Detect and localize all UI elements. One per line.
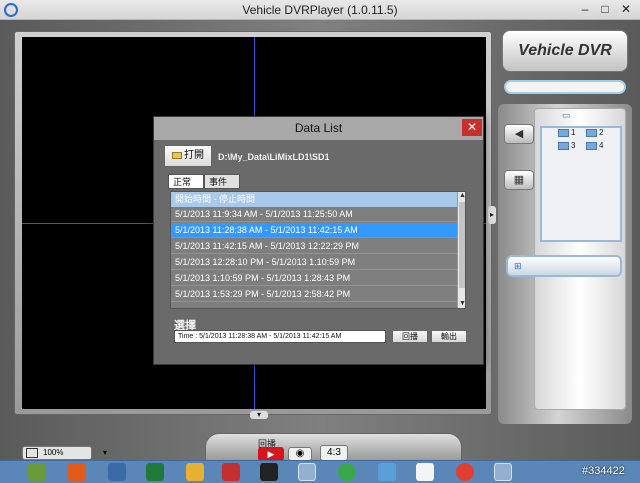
taskbar bbox=[0, 460, 640, 483]
speaker-icon: ◀ bbox=[514, 128, 524, 140]
taskbar-app-icon[interactable] bbox=[338, 463, 356, 481]
zoom-icon bbox=[26, 448, 38, 458]
camera-channel-2[interactable]: 2 bbox=[586, 128, 620, 140]
scroll-thumb[interactable] bbox=[459, 202, 465, 288]
list-item[interactable]: 5/1/2013 11:9:34 AM - 5/1/2013 11:25:50 … bbox=[171, 207, 457, 222]
list-item[interactable]: 5/1/2013 11:28:38 AM - 5/1/2013 11:42:15… bbox=[171, 223, 457, 238]
aspect-ratio-button[interactable]: 4:3 bbox=[320, 445, 348, 461]
selected-time-field[interactable]: Time : 5/1/2013 11:28:38 AM - 5/1/2013 1… bbox=[174, 330, 386, 343]
audio-button[interactable]: ◀ bbox=[504, 124, 534, 144]
maximize-button[interactable]: □ bbox=[596, 1, 614, 18]
grid-icon: ▦ bbox=[513, 174, 525, 186]
title-bar: Vehicle DVRPlayer (1.0.11.5) – □ ✕ bbox=[0, 0, 640, 20]
taskbar-app-icon[interactable] bbox=[28, 463, 46, 481]
play-button[interactable]: ▶ bbox=[258, 447, 284, 461]
watermark: #334422 bbox=[582, 465, 625, 477]
list-item[interactable]: 5/1/2013 11:42:15 AM - 5/1/2013 12:22:29… bbox=[171, 239, 457, 254]
scroll-down-icon[interactable]: ▼ bbox=[458, 300, 465, 308]
brand-logo: Vehicle DVR bbox=[502, 30, 628, 72]
camera-icon: ▭ bbox=[562, 110, 571, 120]
zoom-select[interactable]: 100% ▾ bbox=[22, 446, 107, 460]
taskbar-app-icon[interactable] bbox=[378, 463, 396, 481]
chevron-down-icon: ▾ bbox=[103, 448, 108, 457]
taskbar-app-icon[interactable] bbox=[68, 463, 86, 481]
camera-thumb-icon bbox=[558, 128, 569, 137]
camera-channel-4[interactable]: 4 bbox=[586, 141, 620, 153]
network-icon: ⊞ bbox=[514, 261, 522, 271]
scroll-up-icon[interactable]: ▲ bbox=[458, 192, 465, 202]
minimize-button[interactable]: – bbox=[576, 1, 594, 18]
list-item[interactable]: 5/1/2013 1:53:29 PM - 5/1/2013 2:58:42 P… bbox=[171, 287, 457, 302]
camera-thumb-icon bbox=[586, 141, 597, 150]
zoom-value: 100% bbox=[43, 448, 64, 457]
list-header: 開始時間 - 停止時間 bbox=[171, 192, 457, 207]
snapshot-button[interactable]: ◉ bbox=[288, 447, 312, 461]
camera-thumb-icon bbox=[586, 128, 597, 137]
taskbar-app-icon[interactable] bbox=[186, 463, 204, 481]
list-item[interactable]: 5/1/2013 1:10:59 PM - 5/1/2013 1:28:43 P… bbox=[171, 271, 457, 286]
network-bar[interactable]: ⊞ bbox=[506, 255, 622, 277]
camera-thumb-icon bbox=[558, 141, 569, 150]
list-scrollbar[interactable]: ▲ ▼ bbox=[457, 192, 465, 308]
folder-icon bbox=[172, 151, 182, 159]
data-list-dialog: Data List ✕ 打開 D:\My_Data\LiMixLD1\SD1 正… bbox=[153, 116, 484, 365]
tab-normal[interactable]: 正常 bbox=[168, 174, 204, 189]
taskbar-app-icon[interactable] bbox=[108, 463, 126, 481]
map-button[interactable]: ▦ bbox=[504, 170, 534, 190]
terminal-icon[interactable] bbox=[260, 463, 278, 481]
open-button[interactable]: 打開 bbox=[164, 145, 212, 167]
folder-path: D:\My_Data\LiMixLD1\SD1 bbox=[218, 152, 330, 162]
excel-icon[interactable] bbox=[146, 463, 164, 481]
window-title: Vehicle DVRPlayer (1.0.11.5) bbox=[242, 3, 398, 17]
info-bar bbox=[504, 80, 626, 94]
taskbar-app-icon[interactable] bbox=[222, 463, 240, 481]
dialog-play-button[interactable]: 回播 bbox=[392, 330, 428, 343]
recording-list[interactable]: 開始時間 - 停止時間 5/1/2013 11:9:34 AM - 5/1/20… bbox=[170, 191, 466, 309]
dialog-close-button[interactable]: ✕ bbox=[462, 119, 482, 136]
document-icon[interactable] bbox=[416, 463, 434, 481]
dialog-title: Data List bbox=[154, 117, 483, 140]
dvr-player-taskbar-icon[interactable] bbox=[494, 463, 512, 481]
export-button[interactable]: 輸出 bbox=[431, 330, 467, 343]
list-item[interactable]: 5/1/2013 12:28:10 PM - 5/1/2013 1:10:59 … bbox=[171, 255, 457, 270]
chrome-icon[interactable] bbox=[456, 463, 474, 481]
collapse-arrow-icon[interactable]: ▾ bbox=[250, 411, 268, 419]
tab-event[interactable]: 事件 bbox=[204, 174, 240, 189]
side-arrow-icon[interactable]: ▸ bbox=[488, 206, 496, 224]
close-button[interactable]: ✕ bbox=[614, 1, 638, 18]
taskbar-app-icon[interactable] bbox=[298, 463, 316, 481]
